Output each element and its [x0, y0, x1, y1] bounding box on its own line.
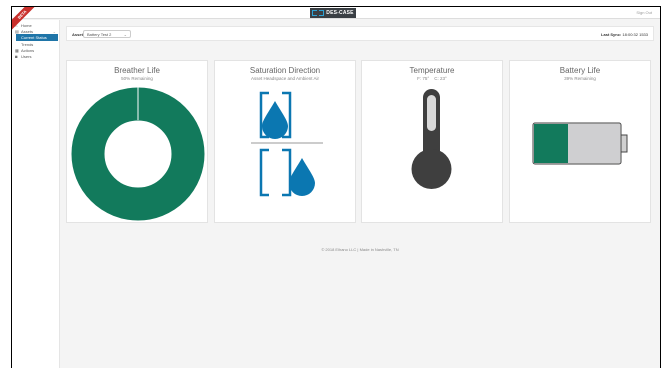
- ambient-drop-icon: [259, 148, 315, 197]
- logo-text: DES-CASE: [326, 10, 354, 16]
- battery-empty: [568, 124, 620, 163]
- sign-out-link[interactable]: Sign Out: [636, 10, 652, 15]
- battery-icon: [532, 122, 628, 165]
- des-case-logo[interactable]: DES-CASE: [310, 8, 356, 18]
- breather-life-card: Breather Life 50% Remaining: [66, 60, 208, 223]
- last-sync-value: 18:00:32 1533: [622, 32, 648, 37]
- headspace-drop-icon: [259, 91, 292, 139]
- breather-donut: [71, 87, 205, 221]
- sidebar-item-label: Users: [21, 53, 32, 59]
- asset-select-value: Battery Test 2: [87, 32, 112, 37]
- app-window: BETA DES-CASE Sign Out ⌂ Home ▤ Assets ⌄…: [11, 6, 661, 368]
- sidebar-item-label: Actions: [21, 47, 35, 53]
- temperature-card: Temperature F: 75° C: 23°: [361, 60, 503, 223]
- sidebar-item-users[interactable]: ◙ Users: [12, 53, 59, 59]
- users-icon: ◙: [15, 53, 18, 59]
- battery-life-card: Battery Life 39% Remaining: [509, 60, 651, 223]
- sidebar: ⌂ Home ▤ Assets ⌄ Current Status Trends …: [12, 20, 60, 368]
- asset-bar: Asset Battery Test 2 ⌄ Last Sync: 18:00:…: [66, 26, 654, 41]
- footer-text: © 2018 Elhano LLC | Made in Nashville, T…: [321, 247, 399, 252]
- top-bar: DES-CASE Sign Out: [12, 7, 660, 19]
- beta-ribbon-label: BETA: [12, 7, 38, 33]
- battery-level-fill: [534, 124, 568, 163]
- actions-icon: ▦: [15, 47, 19, 53]
- chevron-down-icon: ⌄: [123, 32, 127, 37]
- last-sync-label: Last Sync:: [601, 32, 622, 37]
- main-content: Asset Battery Test 2 ⌄ Last Sync: 18:00:…: [60, 20, 660, 368]
- saturation-direction-card: Saturation Direction Asset Headspace and…: [214, 60, 356, 223]
- logo-mark-icon: [312, 10, 325, 16]
- chevron-down-icon: ⌄: [52, 28, 56, 34]
- last-sync: Last Sync: 18:00:32 1533: [601, 32, 648, 37]
- asset-label: Asset: [72, 32, 83, 37]
- beta-ribbon: BETA: [12, 7, 38, 33]
- saturation-diagram: [251, 91, 323, 197]
- thermometer-mercury-empty: [427, 95, 436, 131]
- sidebar-item-current-status[interactable]: Current Status: [16, 34, 58, 41]
- thermometer-icon: [411, 89, 452, 189]
- asset-select[interactable]: Battery Test 2 ⌄: [83, 30, 131, 38]
